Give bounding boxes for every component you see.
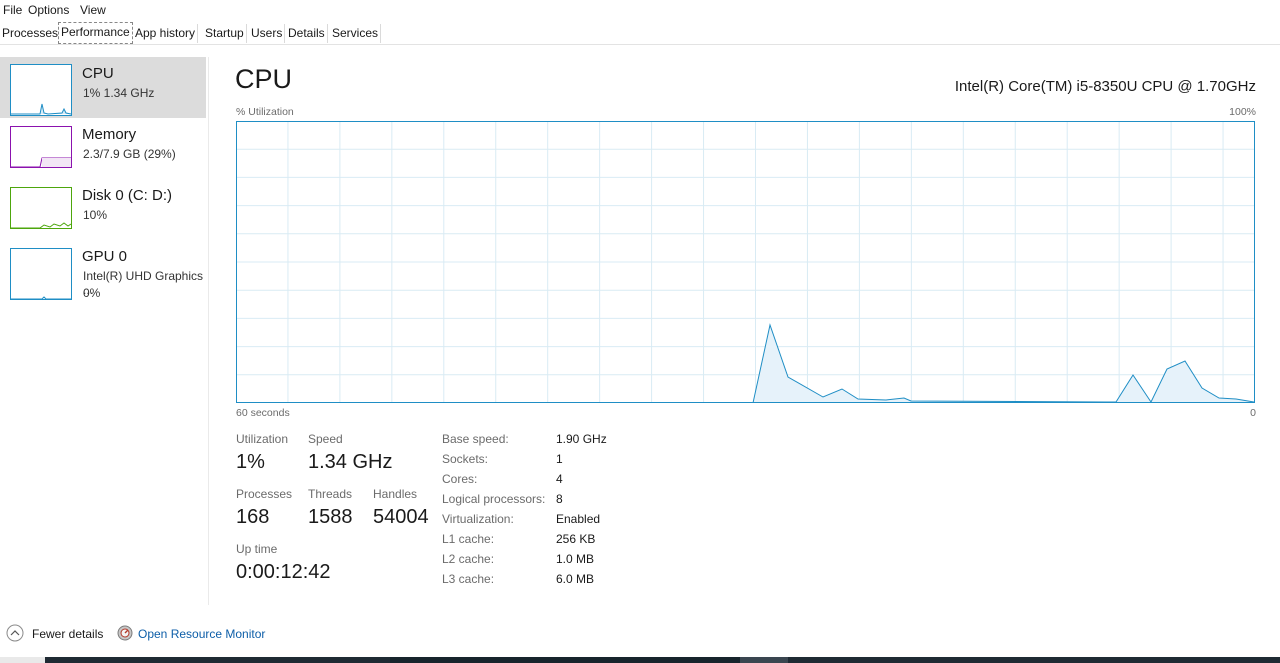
sidebar-title-disk: Disk 0 (C: D:) xyxy=(82,187,172,204)
cpu-usage-line xyxy=(236,323,1255,403)
chevron-up-icon[interactable] xyxy=(6,624,24,642)
menu-options[interactable]: Options xyxy=(28,3,69,17)
handles-label: Handles xyxy=(373,487,418,501)
spec-cores-label: Cores: xyxy=(442,472,478,486)
taskbar-segment xyxy=(390,657,740,663)
sidebar-item-cpu[interactable]: CPU 1% 1.34 GHz xyxy=(0,57,206,118)
tab-services[interactable]: Services xyxy=(330,24,382,43)
processes-value: 168 xyxy=(236,506,270,528)
spec-sockets-label: Sockets: xyxy=(442,452,489,466)
handles-value: 54004 xyxy=(373,506,429,528)
graph-y-max-label: 100% xyxy=(1229,106,1256,118)
tab-bar: Processes Performance App history Startu… xyxy=(0,22,1280,45)
speed-value: 1.34 GHz xyxy=(308,451,393,473)
graph-x-right-label: 0 xyxy=(1250,407,1256,419)
disk-mini-graph xyxy=(10,187,72,229)
sidebar-title-gpu: GPU 0 xyxy=(82,248,128,265)
cpu-model-name: Intel(R) Core(TM) i5-8350U CPU @ 1.70GHz xyxy=(954,78,1256,95)
open-resource-monitor-link[interactable]: Open Resource Monitor xyxy=(138,627,265,641)
speed-label: Speed xyxy=(308,432,343,446)
menu-bar: File Options View xyxy=(0,0,1280,20)
utilization-label: Utilization xyxy=(236,432,289,446)
memory-mini-graph xyxy=(10,126,72,168)
menu-view[interactable]: View xyxy=(80,3,106,17)
graph-grid xyxy=(236,121,1255,403)
resource-sidebar: CPU 1% 1.34 GHz Memory 2.3/7.9 GB (29%) … xyxy=(0,57,209,605)
tab-details[interactable]: Details xyxy=(286,24,328,43)
gpu-mini-graph xyxy=(10,248,72,300)
utilization-value: 1% xyxy=(236,451,265,473)
spec-logical-processors-value: 8 xyxy=(556,492,563,506)
spec-virtualization-value: Enabled xyxy=(556,512,601,526)
tab-startup[interactable]: Startup xyxy=(203,24,247,43)
spec-sockets-value: 1 xyxy=(556,452,563,466)
sidebar-sub-memory: 2.3/7.9 GB (29%) xyxy=(83,147,176,161)
menu-file[interactable]: File xyxy=(3,3,22,17)
sidebar-sub-gpu-util: 0% xyxy=(83,286,101,300)
tab-processes[interactable]: Processes xyxy=(0,24,62,43)
taskbar-segment xyxy=(740,657,788,663)
graph-y-label: % Utilization xyxy=(236,106,294,118)
spec-l2-cache-label: L2 cache: xyxy=(442,552,495,566)
spec-l1-cache-label: L1 cache: xyxy=(442,532,495,546)
spec-base-speed-value: 1.90 GHz xyxy=(556,432,607,446)
spec-l2-cache-value: 1.0 MB xyxy=(556,552,595,566)
sidebar-title-memory: Memory xyxy=(82,126,137,143)
taskbar-segment xyxy=(0,657,45,663)
sidebar-title-cpu: CPU xyxy=(82,65,114,82)
tab-users[interactable]: Users xyxy=(249,24,286,43)
sidebar-sub-disk: 10% xyxy=(83,208,108,222)
uptime-label: Up time xyxy=(236,542,278,556)
sidebar-item-disk[interactable]: Disk 0 (C: D:) 10% xyxy=(0,179,206,240)
sidebar-sub-gpu-name: Intel(R) UHD Graphics ... xyxy=(83,269,204,297)
spec-l1-cache-value: 256 KB xyxy=(556,532,596,546)
page-title: CPU xyxy=(235,64,293,94)
sidebar-item-memory[interactable]: Memory 2.3/7.9 GB (29%) xyxy=(0,118,206,179)
threads-label: Threads xyxy=(308,487,353,501)
uptime-value: 0:00:12:42 xyxy=(236,561,331,583)
spec-virtualization-label: Virtualization: xyxy=(442,512,514,526)
processes-label: Processes xyxy=(236,487,293,501)
spec-cores-value: 4 xyxy=(556,472,563,486)
cpu-mini-graph xyxy=(10,64,72,116)
sidebar-sub-cpu: 1% 1.34 GHz xyxy=(83,86,155,100)
threads-value: 1588 xyxy=(308,506,353,528)
graph-x-left-label: 60 seconds xyxy=(236,407,290,419)
sidebar-item-gpu[interactable]: GPU 0 Intel(R) UHD Graphics ... 0% xyxy=(0,240,206,306)
spec-base-speed-label: Base speed: xyxy=(442,432,509,446)
tab-app-history[interactable]: App history xyxy=(133,24,199,43)
cpu-utilization-graph xyxy=(236,121,1255,403)
resource-monitor-icon xyxy=(117,625,133,641)
fewer-details-link[interactable]: Fewer details xyxy=(32,627,103,641)
footer-bar: Fewer details Open Resource Monitor xyxy=(0,620,1280,650)
tab-performance[interactable]: Performance xyxy=(58,22,133,44)
spec-l3-cache-label: L3 cache: xyxy=(442,572,495,586)
spec-logical-processors-label: Logical processors: xyxy=(442,492,546,506)
spec-l3-cache-value: 6.0 MB xyxy=(556,572,595,586)
taskbar xyxy=(0,657,1280,663)
